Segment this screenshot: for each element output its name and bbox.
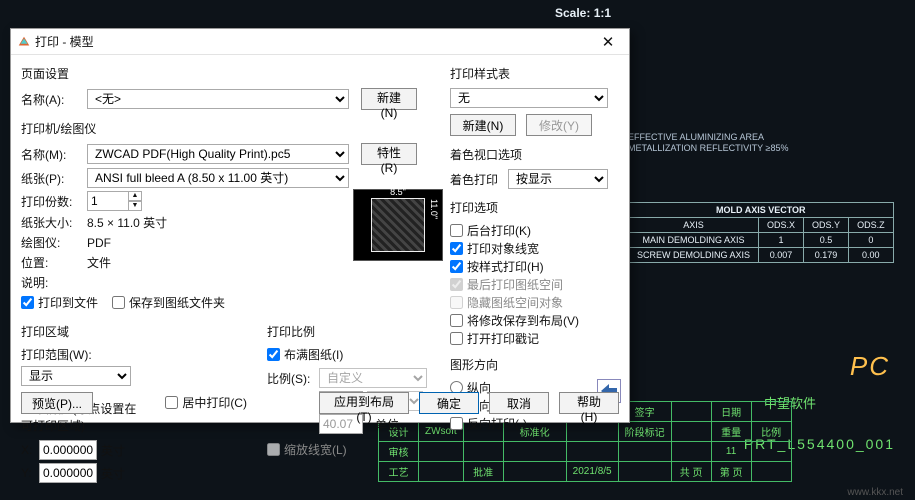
offset-x-label: X: xyxy=(21,443,39,457)
style-print-check[interactable]: 按样式打印(H) xyxy=(450,258,544,275)
offset-x-input[interactable] xyxy=(39,440,97,460)
style-select[interactable]: 无 xyxy=(450,88,608,108)
reverse-check[interactable]: 反向打印(-) xyxy=(450,415,527,432)
bg-print-check[interactable]: 后台打印(K) xyxy=(450,222,531,239)
ratio-select[interactable]: 自定义 xyxy=(319,368,427,388)
save-folder-check[interactable]: 保存到图纸文件夹 xyxy=(112,294,225,311)
paper-select[interactable]: ANSI full bleed A (8.50 x 11.00 英寸) xyxy=(87,168,349,188)
material-label: PC xyxy=(850,351,890,382)
shade-title: 着色视口选项 xyxy=(450,146,621,163)
copies-label: 打印份数: xyxy=(21,193,87,210)
copies-input[interactable] xyxy=(87,191,129,211)
page-new-button[interactable]: 新建(N) xyxy=(361,88,417,110)
offset-x-unit: 英寸 xyxy=(101,442,125,459)
area-title: 打印区域 xyxy=(21,323,145,340)
aluminizing-note: EFFECTIVE ALUMINIZING AREAMETALLIZATION … xyxy=(628,132,788,154)
offset-y-input[interactable] xyxy=(39,463,97,483)
plotter-value: PDF xyxy=(87,236,111,250)
print-dialog: 打印 - 模型 ✕ 页面设置 名称(A): <无> 新建(N) 打印机/绘图仪 … xyxy=(10,28,630,423)
close-button[interactable]: ✕ xyxy=(595,33,621,51)
page-name-select[interactable]: <无> xyxy=(87,89,349,109)
range-select[interactable]: 显示 xyxy=(21,366,131,386)
scale-lw-check[interactable]: 缩放线宽(L) xyxy=(267,441,347,458)
desc-label: 说明: xyxy=(21,274,87,291)
ok-button[interactable]: 确定 xyxy=(419,392,479,414)
dialog-title: 打印 - 模型 xyxy=(35,33,94,50)
help-button[interactable]: 帮助(H) xyxy=(559,392,619,414)
location-value: 文件 xyxy=(87,254,111,271)
style-new-button[interactable]: 新建(N) xyxy=(450,114,516,136)
printer-props-button[interactable]: 特性(R) xyxy=(361,143,417,165)
printer-title: 打印机/绘图仪 xyxy=(21,120,436,137)
print-to-file-check[interactable]: 打印到文件 xyxy=(21,294,98,311)
axis-table: MOLD AXIS VECTOR AXISODS.XODS.YODS.Z MAI… xyxy=(628,202,894,263)
app-icon xyxy=(17,35,31,49)
page-name-label: 名称(A): xyxy=(21,91,87,108)
style-title: 打印样式表 xyxy=(450,65,621,82)
location-label: 位置: xyxy=(21,254,87,271)
paper-size-label: 纸张大小: xyxy=(21,214,87,231)
paper-preview: 8.5" 11.0" xyxy=(353,189,443,261)
stamp-check[interactable]: 打开打印戳记 xyxy=(450,330,539,347)
scale-den-unit: 单位 xyxy=(375,416,399,433)
copies-up-icon[interactable]: ▲ xyxy=(128,191,142,201)
range-label: 打印范围(W): xyxy=(21,346,145,363)
options-title: 打印选项 xyxy=(450,199,621,216)
save-layout-check[interactable]: 将修改保存到布局(V) xyxy=(450,312,579,329)
watermark-url: www.kkx.net xyxy=(847,487,903,498)
copies-down-icon[interactable]: ▼ xyxy=(128,201,142,211)
plotter-label: 绘图仪: xyxy=(21,234,87,251)
page-setup-title: 页面设置 xyxy=(21,65,436,82)
cancel-button[interactable]: 取消 xyxy=(489,392,549,414)
obj-lw-check[interactable]: 打印对象线宽 xyxy=(450,240,539,257)
offset-y-unit: 英寸 xyxy=(101,465,125,482)
paper-size-value: 8.5 × 11.0 英寸 xyxy=(87,214,167,231)
preview-button[interactable]: 预览(P)... xyxy=(21,392,93,414)
scale-title: 打印比例 xyxy=(267,323,436,340)
paper-label: 纸张(P): xyxy=(21,170,87,187)
apply-layout-button[interactable]: 应用到布局(T) xyxy=(319,392,409,414)
style-edit-button[interactable]: 修改(Y) xyxy=(526,114,592,136)
orient-title: 图形方向 xyxy=(450,356,621,373)
ratio-label: 比例(S): xyxy=(267,370,319,387)
offset-y-label: Y: xyxy=(21,466,39,480)
shade-label: 着色打印 xyxy=(450,171,508,188)
last-space-check[interactable]: 最后打印图纸空间 xyxy=(450,276,563,293)
printer-name-label: 名称(M): xyxy=(21,146,87,163)
shade-select[interactable]: 按显示 xyxy=(508,169,608,189)
hide-space-check[interactable]: 隐藏图纸空间对象 xyxy=(450,294,563,311)
printer-name-select[interactable]: ZWCAD PDF(High Quality Print).pc5 xyxy=(87,144,349,164)
fit-paper-check[interactable]: 布满图纸(I) xyxy=(267,346,343,363)
scale-label: Scale: 1:1 xyxy=(555,6,611,20)
